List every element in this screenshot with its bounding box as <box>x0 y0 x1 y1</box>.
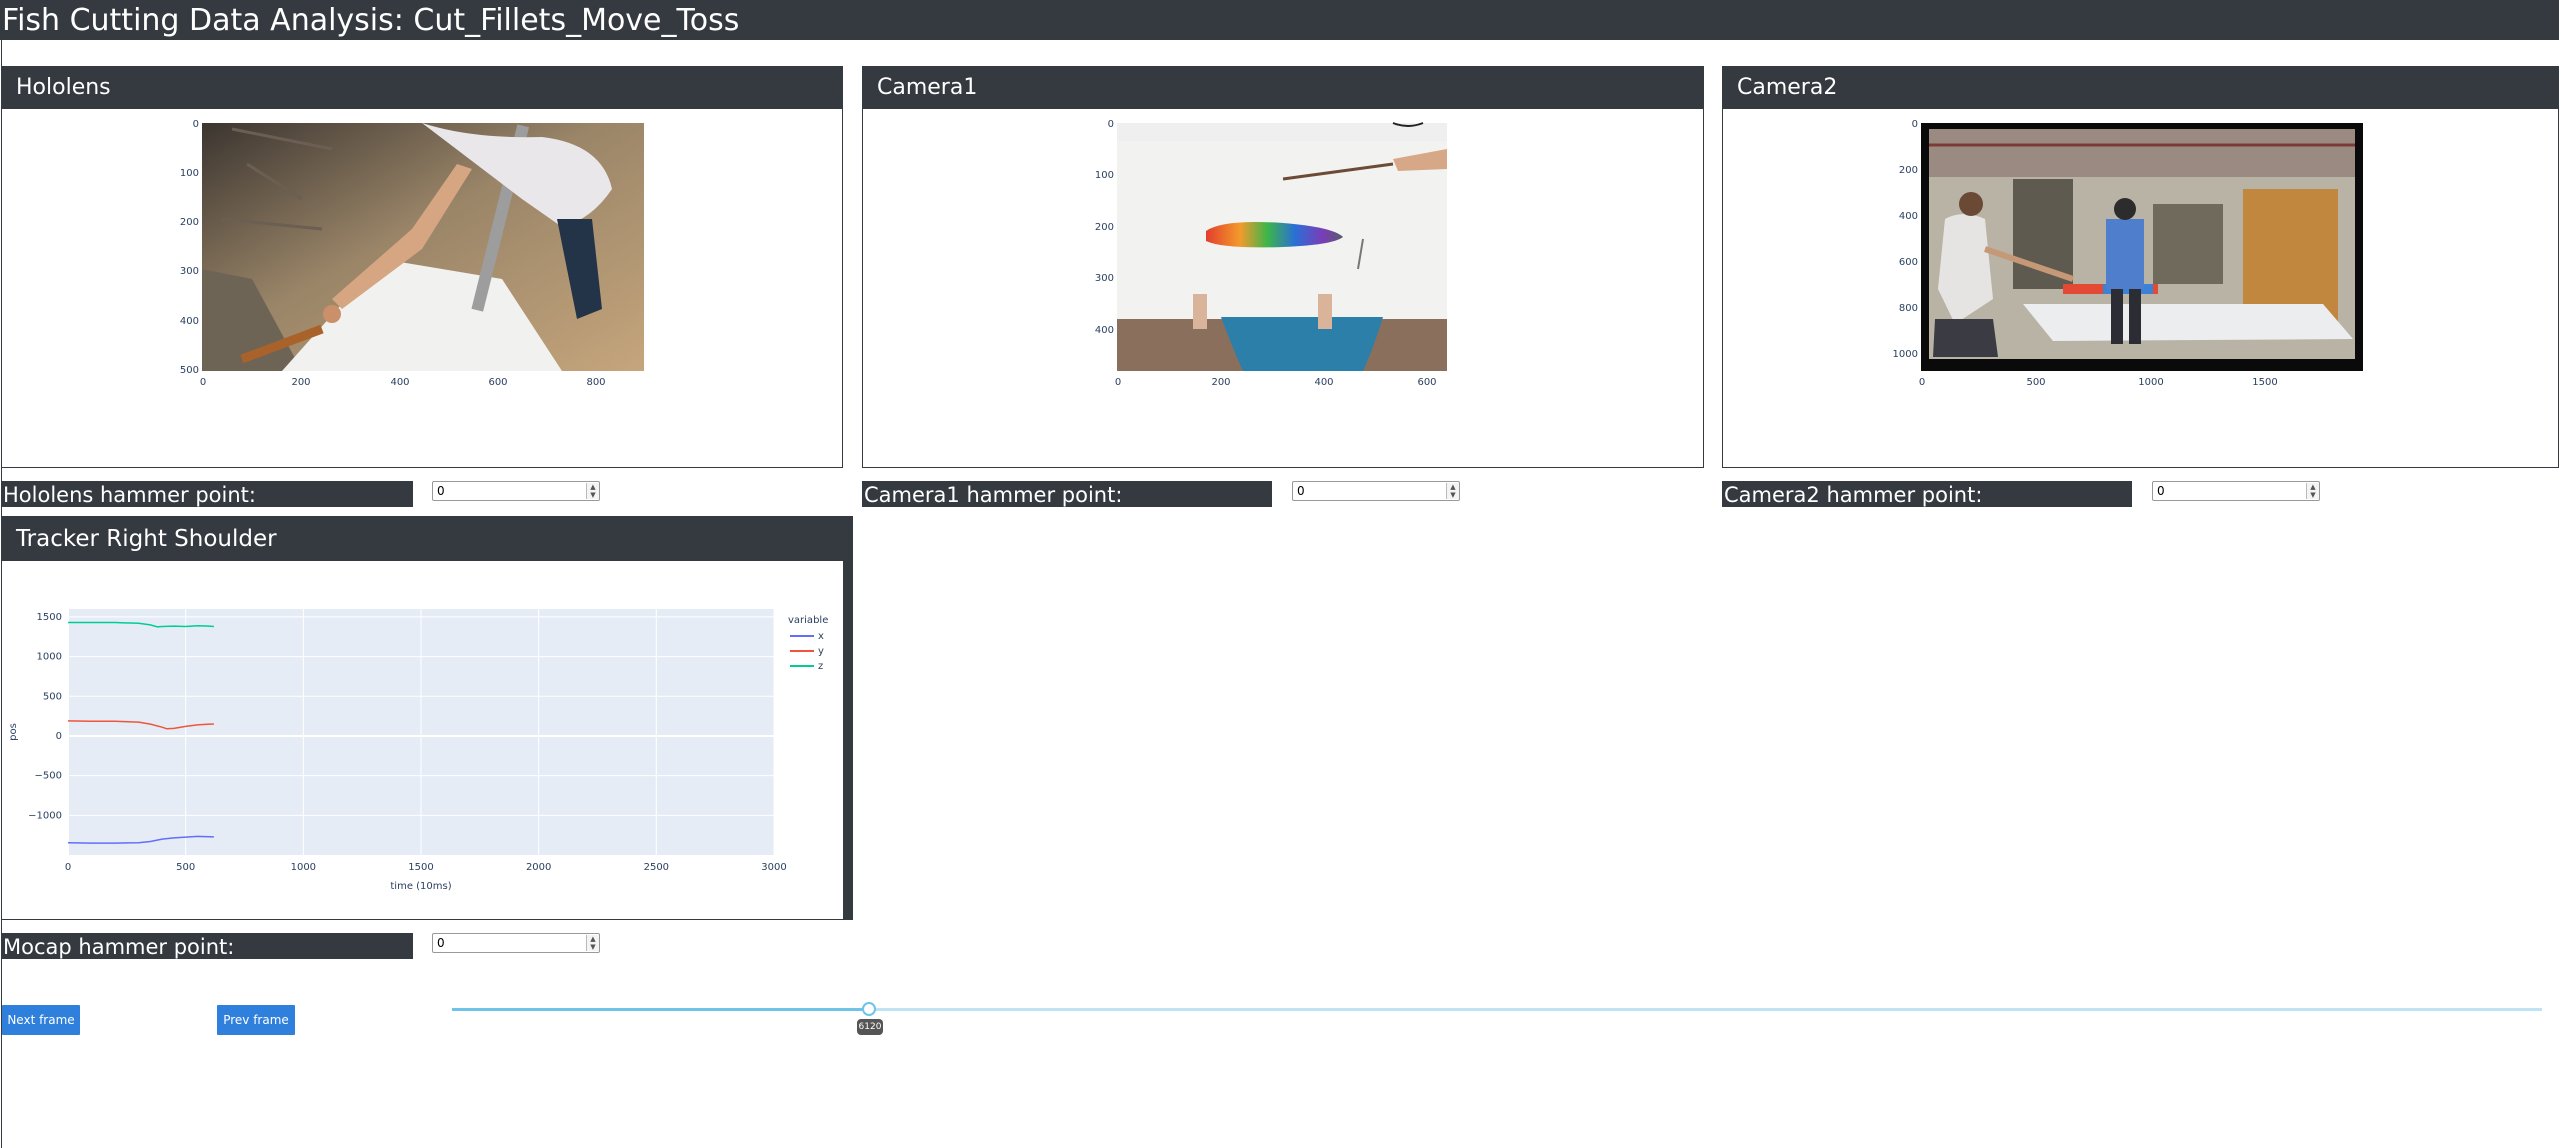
hololens-y-tick: 100 <box>180 168 199 179</box>
chart-y-axis-title: pos <box>8 723 19 741</box>
chart-x-tick-label: 500 <box>176 862 195 873</box>
tracker-card: Tracker Right Shoulder 1500 1000 500 0 −500 −… <box>1 516 853 920</box>
camera2-y-tick: 600 <box>1899 257 1918 268</box>
camera1-x-tick: 200 <box>1211 377 1230 388</box>
camera1-card-header: Camera1 <box>863 67 1703 109</box>
chart-y-tick-label: −500 <box>35 771 62 782</box>
camera2-y-axis: 0 200 400 600 800 1000 <box>1893 119 1918 360</box>
camera1-y-tick: 400 <box>1095 325 1114 336</box>
legend-label-y[interactable]: y <box>818 646 824 657</box>
camera1-hammer-spinner[interactable]: ▲ ▼ <box>1446 483 1459 499</box>
hololens-x-tick: 400 <box>390 377 409 388</box>
camera2-y-tick: 400 <box>1899 211 1918 222</box>
chart-x-tick-label: 2500 <box>644 862 669 873</box>
camera2-y-tick: 1000 <box>1893 349 1918 360</box>
camera2-y-tick: 0 <box>1912 119 1918 130</box>
mocap-hammer-input[interactable] <box>432 933 600 953</box>
hololens-x-tick: 0 <box>200 377 206 388</box>
camera2-hammer-spinner[interactable]: ▲ ▼ <box>2306 483 2319 499</box>
frame-slider-fill <box>452 1008 869 1011</box>
camera1-x-tick: 0 <box>1115 377 1121 388</box>
camera2-hammer-label: Camera2 hammer point: <box>1722 481 2132 507</box>
camera1-plot[interactable]: 0 100 200 300 400 0 200 400 600 <box>863 109 1703 467</box>
hololens-y-axis: 0 100 200 300 400 500 <box>180 119 199 376</box>
hololens-y-tick: 300 <box>180 266 199 277</box>
hololens-y-tick: 0 <box>193 119 199 130</box>
tracker-card-header: Tracker Right Shoulder <box>2 517 843 561</box>
hololens-y-tick: 500 <box>180 365 199 376</box>
camera2-x-tick: 500 <box>2026 377 2045 388</box>
camera1-x-tick: 600 <box>1417 377 1436 388</box>
hololens-y-tick: 400 <box>180 316 199 327</box>
page-title: Fish Cutting Data Analysis: Cut_Fillets_… <box>0 0 2559 40</box>
frame-slider-value: 6120 <box>857 1019 883 1035</box>
camera1-hammer-input[interactable] <box>1292 481 1460 501</box>
camera2-card-header: Camera2 <box>1723 67 2558 109</box>
next-frame-button[interactable]: Next frame <box>2 1005 80 1035</box>
camera2-y-tick: 800 <box>1899 303 1918 314</box>
hololens-x-axis: 0 200 400 600 800 <box>200 377 606 388</box>
legend-label-z[interactable]: z <box>818 661 823 672</box>
camera1-frame-image <box>1117 122 1447 371</box>
mocap-hammer-spinner[interactable]: ▲ ▼ <box>586 935 599 951</box>
chart-x-axis-title: time (10ms) <box>390 881 451 892</box>
camera1-y-tick: 300 <box>1095 273 1114 284</box>
hololens-frame-image <box>202 123 644 371</box>
camera1-y-tick: 0 <box>1108 119 1114 130</box>
hololens-card: Hololens 0 100 200 300 400 500 0 200 400… <box>1 66 843 468</box>
chart-x-tick-label: 1500 <box>408 862 433 873</box>
tracker-line-chart[interactable]: 1500 1000 500 0 −500 −1000 0 500 1000 1500 2000 25… <box>2 561 842 916</box>
hololens-image-plot[interactable]: 0 100 200 300 400 500 0 200 400 600 800 <box>2 109 842 467</box>
camera2-x-axis: 0 500 1000 1500 <box>1919 377 2278 388</box>
chart-legend[interactable]: variable xyz <box>788 615 828 672</box>
hololens-hammer-spinner[interactable]: ▲ ▼ <box>586 483 599 499</box>
camera1-hammer-label: Camera1 hammer point: <box>862 481 1272 507</box>
camera1-x-axis: 0 200 400 600 <box>1115 377 1437 388</box>
chart-x-tick-label: 1000 <box>291 862 316 873</box>
camera1-card: Camera1 0 100 200 300 400 0 200 400 600 <box>862 66 1704 468</box>
hololens-hammer-label: Hololens hammer point: <box>1 481 413 507</box>
chart-y-tick-label: 500 <box>43 691 62 702</box>
hololens-y-tick: 200 <box>180 217 199 228</box>
camera2-plot[interactable]: 0 200 400 600 800 1000 0 500 1000 1500 <box>1723 109 2558 467</box>
camera2-x-tick: 1000 <box>2138 377 2163 388</box>
chart-x-tick-label: 2000 <box>526 862 551 873</box>
hololens-x-tick: 800 <box>586 377 605 388</box>
chart-y-tick-label: 1000 <box>37 652 62 663</box>
camera2-card: Camera2 0 200 400 600 800 1000 0 500 100… <box>1722 66 2559 468</box>
camera1-y-tick: 100 <box>1095 170 1114 181</box>
camera2-x-tick: 0 <box>1919 377 1925 388</box>
camera2-y-tick: 200 <box>1899 165 1918 176</box>
camera1-x-tick: 400 <box>1314 377 1333 388</box>
camera2-image-plot[interactable]: 0 200 400 600 800 1000 0 500 1000 1500 <box>1723 109 2558 467</box>
camera1-image-plot[interactable]: 0 100 200 300 400 0 200 400 600 <box>863 109 1703 467</box>
camera1-y-axis: 0 100 200 300 400 <box>1095 119 1114 336</box>
chart-y-tick-label: 0 <box>56 731 62 742</box>
camera2-x-tick: 1500 <box>2252 377 2277 388</box>
mocap-hammer-label: Mocap hammer point: <box>1 933 413 959</box>
camera2-hammer-input[interactable] <box>2152 481 2320 501</box>
chart-x-axis: 0 500 1000 1500 2000 2500 3000 <box>65 862 787 873</box>
chart-x-tick-label: 3000 <box>761 862 786 873</box>
hololens-hammer-input[interactable] <box>432 481 600 501</box>
frame-slider-handle[interactable] <box>862 1002 876 1016</box>
camera1-y-tick: 200 <box>1095 222 1114 233</box>
prev-frame-button[interactable]: Prev frame <box>217 1005 295 1035</box>
chart-y-axis: 1500 1000 500 0 −500 −1000 <box>28 612 62 821</box>
legend-title: variable <box>788 615 828 626</box>
legend-label-x[interactable]: x <box>818 631 824 642</box>
tracker-plot[interactable]: 1500 1000 500 0 −500 −1000 0 500 1000 1500 2000 25… <box>2 561 843 919</box>
hololens-card-header: Hololens <box>2 67 842 109</box>
hololens-x-tick: 200 <box>291 377 310 388</box>
chart-y-tick-label: −1000 <box>28 810 62 821</box>
chart-x-tick-label: 0 <box>65 862 71 873</box>
chart-y-tick-label: 1500 <box>37 612 62 623</box>
camera2-frame-image <box>1921 123 2363 371</box>
hololens-x-tick: 600 <box>488 377 507 388</box>
hololens-plot[interactable]: 0 100 200 300 400 500 0 200 400 600 800 <box>2 109 842 467</box>
